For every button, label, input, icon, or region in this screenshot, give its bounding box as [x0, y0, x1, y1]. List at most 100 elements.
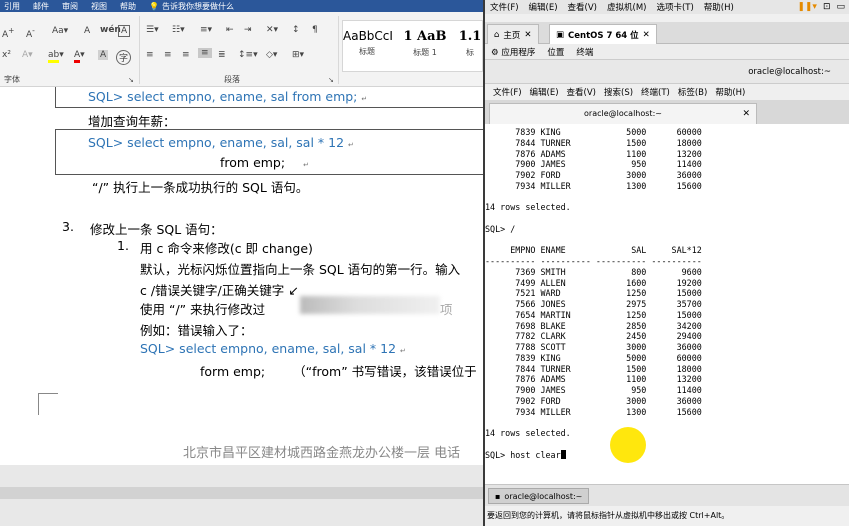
doc-line-text: 使用 “/” 来执行修改过 [140, 302, 266, 317]
close-icon[interactable]: ✕ [524, 30, 531, 40]
highlight-icon[interactable]: ab▾ [48, 50, 64, 63]
doc-line-sql3b: form emp; （“from” 书写错误，该错误位于 [200, 361, 477, 380]
tell-me-text: 告诉我你想要做什么 [161, 1, 234, 11]
shading-icon[interactable]: ◇▾ [266, 50, 277, 60]
char-shading-icon[interactable]: A [98, 50, 109, 60]
word-window: 引用 邮件 审阅 视图 帮助 💡 告诉我你想要做什么 A+ A- Aa▾ A w… [0, 0, 483, 526]
tab-review[interactable]: 审阅 [58, 1, 87, 12]
term-menu-tabs[interactable]: 标签(B) [674, 86, 711, 98]
numbering-icon[interactable]: ☷▾ [172, 25, 185, 35]
font-dialog-launcher-icon[interactable]: ↘ [128, 76, 134, 84]
vm-menu-vm[interactable]: 虚拟机(M) [602, 1, 651, 13]
style-title[interactable]: AaBbCcI 标题 [343, 21, 393, 73]
increase-indent-icon[interactable]: ⇥ [244, 25, 252, 35]
close-icon[interactable]: ✕ [643, 30, 650, 40]
text-effect-icon[interactable]: A▾ [22, 50, 33, 60]
tab-mailings[interactable]: 邮件 [29, 1, 58, 12]
terminal-tab-bar: oracle@localhost:~ ✕ [485, 100, 849, 124]
font-color-icon[interactable]: A▾ [74, 50, 85, 63]
terminal-menu-bar: 文件(F) 编辑(E) 查看(V) 搜索(S) 终端(T) 标签(B) 帮助(H… [485, 84, 849, 100]
term-menu-search[interactable]: 搜索(S) [600, 86, 637, 98]
pause-icon[interactable]: ❚❚▾ [797, 2, 817, 12]
tab-centos[interactable]: ▣ CentOS 7 64 位 ✕ [549, 24, 657, 44]
doc-line-sql2: SQL> select empno, ename, sal, sal * 12 ↵ [88, 135, 354, 150]
chinese-layout-icon[interactable]: ✕▾ [266, 25, 278, 35]
distributed-icon[interactable]: ≣ [218, 50, 226, 60]
ribbon-separator [338, 16, 339, 84]
sql-text: form emp; [200, 364, 266, 379]
tell-me-box[interactable]: 💡 告诉我你想要做什么 [145, 1, 243, 12]
tab-help[interactable]: 帮助 [116, 1, 145, 12]
apps-icon: ⚙ [491, 47, 502, 58]
vm-menu-tabs[interactable]: 选项卡(T) [651, 1, 698, 13]
clear-format-icon[interactable]: A [84, 26, 90, 36]
applications-label: 应用程序 [501, 47, 536, 58]
doc-line-sql3: SQL> select empno, ename, sal, sal * 12 ↵ [140, 341, 406, 356]
vm-menu-help[interactable]: 帮助(H) [699, 1, 739, 13]
term-menu-terminal[interactable]: 终端(T) [637, 86, 674, 98]
gnome-top-bar: ⚙ 应用程序 位置 终端 [485, 44, 849, 60]
multilevel-list-icon[interactable]: ≡▾ [200, 25, 212, 35]
style-title-preview: AaBbCcI [343, 29, 393, 43]
places-menu[interactable]: 位置 [547, 46, 564, 58]
terminal-output[interactable]: 7839 KING 5000 60000 7844 TURNER 1500 18… [485, 124, 849, 484]
home-icon: ⌂ [494, 29, 500, 40]
term-menu-view[interactable]: 查看(V) [563, 86, 600, 98]
snapshot-icon[interactable]: ⊡ [823, 2, 831, 12]
align-left-icon[interactable]: ≡ [146, 50, 154, 60]
paragraph-mark-icon: ↵ [361, 95, 368, 103]
line-spacing-icon[interactable]: ↕≡▾ [238, 50, 258, 60]
vm-menu-bar: 文件(F) 编辑(E) 查看(V) 虚拟机(M) 选项卡(T) 帮助(H) [485, 0, 849, 14]
style-heading1-preview: 1 AaB [403, 29, 447, 44]
terminal-tab[interactable]: oracle@localhost:~ ✕ [489, 103, 757, 124]
vm-menu-edit[interactable]: 编辑(E) [524, 1, 563, 13]
decrease-indent-icon[interactable]: ⇤ [226, 25, 234, 35]
tab-view[interactable]: 视图 [87, 1, 116, 12]
style-title-name: 标题 [359, 47, 375, 56]
char-border-icon[interactable]: A [118, 25, 131, 37]
taskbar-terminal-item[interactable]: ▪ oracle@localhost:~ [488, 488, 590, 504]
align-right-icon[interactable]: ≡ [182, 50, 190, 60]
justify-icon[interactable]: ≡ [198, 48, 212, 58]
close-icon[interactable]: ✕ [742, 104, 750, 124]
term-menu-help[interactable]: 帮助(H) [711, 86, 749, 98]
font-size-down-icon[interactable]: A- [26, 26, 35, 40]
term-menu-file[interactable]: 文件(F) [489, 86, 526, 98]
style-heading1[interactable]: 1 AaB 标题 1 [401, 21, 449, 73]
style-heading2[interactable]: 1.1 标 [456, 21, 483, 73]
doc-line-text: 用 c 命令来修改(c 即 change) [140, 241, 313, 256]
superscript-icon[interactable]: x² [2, 50, 11, 60]
vm-menu-file[interactable]: 文件(F) [485, 1, 524, 13]
tab-home[interactable]: ⌂ 主页 ✕ [487, 24, 539, 44]
word-ribbon: A+ A- Aa▾ A wén A x² A▾ ab▾ A▾ A 字 字体 ↘ … [0, 12, 483, 87]
sql-text: SQL> select empno, ename, sal, sal * 12 [140, 341, 397, 356]
applications-menu[interactable]: ⚙ 应用程序 [491, 46, 535, 58]
style-heading2-name: 标 [466, 48, 474, 57]
document-body[interactable]: SQL> select empno, ename, sal from emp; ↵… [0, 87, 483, 465]
blurred-region [300, 296, 440, 314]
list-number: 1. [117, 238, 129, 253]
lightbulb-icon: 💡 [149, 1, 159, 11]
doc-line-sql2b: from emp; ↵ [220, 155, 309, 170]
enclose-char-icon[interactable]: 字 [116, 50, 132, 65]
sort-icon[interactable]: ↕ [292, 25, 300, 35]
borders-icon[interactable]: ⊞▾ [292, 50, 304, 60]
vm-menu-view[interactable]: 查看(V) [563, 1, 602, 13]
doc-line-text: c /错误关键字/正确关键字 ↙ [140, 283, 299, 298]
font-size-up-icon[interactable]: A+ [2, 26, 14, 40]
style-heading2-preview: 1.1 [458, 29, 482, 44]
terminal-menu[interactable]: 终端 [576, 46, 593, 58]
term-menu-edit[interactable]: 编辑(E) [526, 86, 563, 98]
align-center-icon[interactable]: ≡ [164, 50, 172, 60]
paragraph-mark-icon: ↵ [400, 347, 406, 355]
bullets-icon[interactable]: ☰▾ [146, 25, 159, 35]
style-heading1-name: 标题 1 [413, 48, 437, 57]
tab-references[interactable]: 引用 [0, 1, 29, 12]
doc-line-text: 例如：错误输入了： [140, 323, 253, 338]
change-case-icon[interactable]: Aa▾ [52, 26, 68, 36]
horizontal-scrollbar[interactable] [0, 487, 483, 499]
show-marks-icon[interactable]: ¶ [312, 25, 318, 35]
fullscreen-icon[interactable]: ▭ [836, 2, 845, 12]
paragraph-dialog-launcher-icon[interactable]: ↘ [328, 76, 334, 84]
taskbar-item-label: oracle@localhost:~ [504, 491, 583, 501]
